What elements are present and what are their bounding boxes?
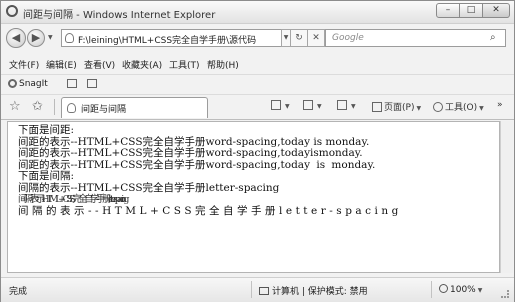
- address-url[interactable]: F:\leining\HTML+CSS完全自学手册\源代码: [78, 33, 278, 46]
- letter-spacing-heading: 下面是间隔:: [18, 170, 75, 182]
- divider: [431, 281, 432, 298]
- recent-pages-dropdown[interactable]: ▼: [48, 34, 53, 41]
- resize-grip[interactable]: [501, 290, 509, 298]
- tab-current[interactable]: 间距与间隔: [61, 97, 208, 118]
- menu-edit[interactable]: 编辑(E): [46, 58, 77, 71]
- window-title: 间距与间隔 - Windows Internet Explorer: [23, 10, 216, 21]
- security-zone-label: 计算机 | 保护模式: 禁用: [272, 287, 368, 297]
- minimize-button[interactable]: –: [436, 3, 460, 18]
- status-bar: 完成 计算机 | 保护模式: 禁用 100% ▼: [1, 277, 514, 302]
- snagit-toolbar: SnagIt: [1, 74, 514, 94]
- page-menu-button[interactable]: 页面(P) ▼: [372, 100, 421, 113]
- zoom-control[interactable]: 100% ▼: [439, 284, 482, 295]
- address-input[interactable]: F:\leining\HTML+CSS完全自学手册\源代码: [61, 29, 282, 47]
- snagit-options-icon[interactable]: [87, 79, 97, 88]
- zoom-level: 100%: [450, 285, 476, 295]
- zoom-icon: [439, 284, 448, 293]
- home-icon: [271, 100, 281, 110]
- search-icon[interactable]: ⌕: [490, 32, 496, 43]
- word-spacing-line-2: 间距的表示--HTML+CSS完全自学手册word-spacing,todayi…: [18, 147, 363, 159]
- menu-favorites[interactable]: 收藏夹(A): [122, 58, 162, 71]
- text-block: 下面是间距: 间距的表示--HTML+CSS完全自学手册word-spacing…: [18, 124, 498, 217]
- page-menu-label: 页面(P): [384, 103, 415, 113]
- menu-tools[interactable]: 工具(T): [169, 58, 200, 71]
- search-input[interactable]: Google ⌕: [325, 29, 506, 47]
- search-placeholder: Google: [332, 33, 364, 43]
- gear-icon: [433, 102, 443, 112]
- letter-spacing-line-1: 间隔的表示--HTML+CSS完全自学手册letter-spacing: [18, 181, 280, 194]
- snagit-icon[interactable]: [8, 79, 17, 88]
- letter-spacing-line-2: 间隔表示--HTML+CSS完全自学手册letter-spacing: [18, 194, 130, 205]
- tools-menu-button[interactable]: 工具(O) ▼: [433, 100, 484, 113]
- snagit-button[interactable]: SnagIt: [19, 79, 48, 89]
- tab-label: 间距与间隔: [81, 105, 127, 115]
- menu-help[interactable]: 帮助(H): [207, 58, 239, 71]
- back-button[interactable]: ◀: [6, 28, 26, 48]
- browser-window: 间距与间隔 - Windows Internet Explorer – □ ✕ …: [0, 0, 515, 302]
- vertical-scrollbar[interactable]: [500, 121, 513, 273]
- print-icon: [337, 100, 347, 110]
- close-button[interactable]: ✕: [482, 3, 510, 18]
- address-bar: ◀ ▶ ▼ F:\leining\HTML+CSS完全自学手册\源代码 ▼ ↻ …: [1, 24, 514, 54]
- feeds-button[interactable]: ▼: [303, 100, 322, 111]
- menu-bar: 文件(F) 编辑(E) 查看(V) 收藏夹(A) 工具(T) 帮助(H): [1, 54, 514, 73]
- spacing-heading: 下面是间距:: [18, 124, 75, 136]
- menu-view[interactable]: 查看(V): [84, 58, 115, 71]
- stop-button[interactable]: ✕: [307, 29, 325, 47]
- feeds-icon: [303, 100, 313, 110]
- page-content: 下面是间距: 间距的表示--HTML+CSS完全自学手册word-spacing…: [7, 121, 500, 273]
- favorites-star-icon[interactable]: ☆: [9, 99, 21, 114]
- letter-spacing-line-3: 间隔的表示--HTML+CSS完全自学手册letter-spacing: [18, 204, 402, 217]
- tools-menu-label: 工具(O): [445, 103, 478, 113]
- computer-icon: [259, 287, 269, 295]
- page-icon: [65, 33, 74, 43]
- snagit-capture-icon[interactable]: [67, 79, 77, 88]
- title-bar: 间距与间隔 - Windows Internet Explorer – □ ✕: [1, 1, 514, 24]
- refresh-button[interactable]: ↻: [290, 29, 308, 47]
- divider: [251, 281, 252, 298]
- ie-logo-icon: [6, 5, 18, 17]
- word-spacing-line-3: 间距的表示--HTML+CSS完全自学手册word-spacing,today …: [18, 158, 376, 171]
- menu-file[interactable]: 文件(F): [9, 58, 39, 71]
- page-icon: [372, 102, 382, 112]
- forward-button[interactable]: ▶: [27, 29, 45, 47]
- print-button[interactable]: ▼: [337, 100, 356, 111]
- maximize-button[interactable]: □: [459, 3, 483, 18]
- divider: [54, 99, 55, 115]
- security-zone: 计算机 | 保护模式: 禁用: [259, 284, 368, 297]
- add-favorites-icon[interactable]: ✩: [32, 99, 43, 114]
- home-button[interactable]: ▼: [271, 100, 290, 111]
- page-icon: [67, 103, 76, 113]
- tab-command-bar: ☆ ✩ 间距与间隔 ▼ ▼ ▼ 页面(P) ▼ 工具(O) ▼ »: [1, 94, 514, 120]
- toolbar-overflow-button[interactable]: »: [497, 100, 503, 110]
- status-text: 完成: [9, 287, 28, 297]
